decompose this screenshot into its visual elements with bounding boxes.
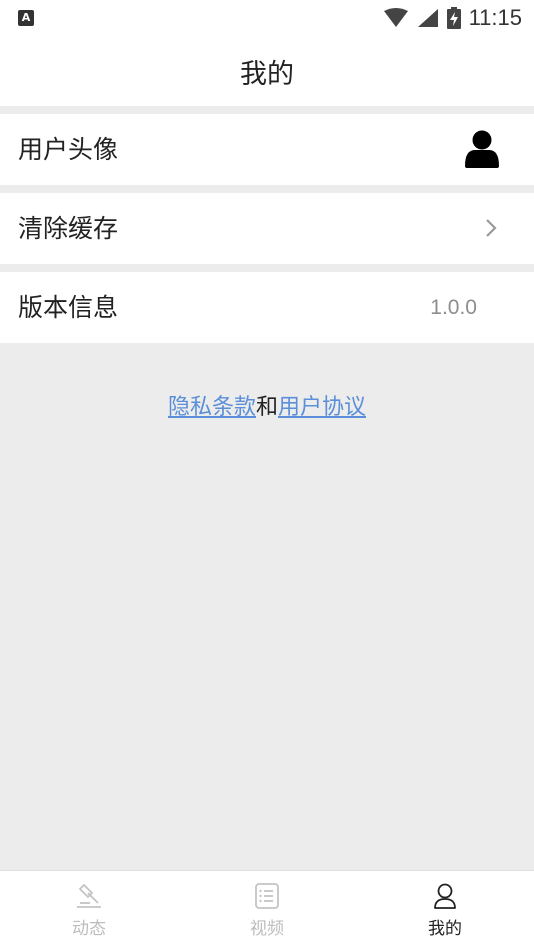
- status-bar: A 11:15: [0, 0, 534, 36]
- status-indicators: 11:15: [383, 4, 522, 32]
- user-agreement-link[interactable]: 用户协议: [278, 395, 366, 420]
- user-icon: [434, 883, 456, 909]
- notification-app-icon: A: [18, 10, 34, 26]
- tab-video-label: 视频: [250, 919, 284, 939]
- version-value: 1.0.0: [430, 296, 477, 319]
- settings-row-avatar[interactable]: 用户头像: [0, 114, 534, 185]
- tab-mine-label: 我的: [428, 919, 462, 939]
- settings-row-clear-cache[interactable]: 清除缓存: [0, 193, 534, 264]
- tab-dynamics-label: 动态: [72, 919, 106, 939]
- legal-links: 隐私条款和用户协议: [0, 388, 534, 428]
- user-avatar-icon[interactable]: [464, 130, 500, 168]
- status-time: 11:15: [468, 5, 522, 30]
- privacy-policy-link[interactable]: 隐私条款: [168, 395, 256, 420]
- page-header: 我的: [0, 36, 534, 106]
- battery-charging-icon: [446, 7, 461, 29]
- page-title: 我的: [240, 58, 294, 90]
- hammer-icon: [77, 884, 101, 908]
- tab-dynamics[interactable]: 动态: [0, 871, 178, 951]
- settings-row-version: 版本信息 1.0.0: [0, 272, 534, 343]
- tab-video[interactable]: 视频: [178, 871, 356, 951]
- tab-mine[interactable]: 我的: [356, 871, 534, 951]
- wifi-icon: [383, 8, 408, 27]
- chevron-right-icon: [486, 219, 497, 237]
- bottom-tab-bar: 动态 视频 我的: [0, 870, 534, 951]
- avatar-row-label: 用户头像: [18, 135, 119, 164]
- version-row-label: 版本信息: [18, 293, 119, 322]
- cellular-signal-icon: [417, 9, 438, 27]
- links-joiner: 和: [255, 395, 278, 420]
- list-icon: [255, 883, 279, 909]
- clear-cache-row-label: 清除缓存: [18, 214, 119, 243]
